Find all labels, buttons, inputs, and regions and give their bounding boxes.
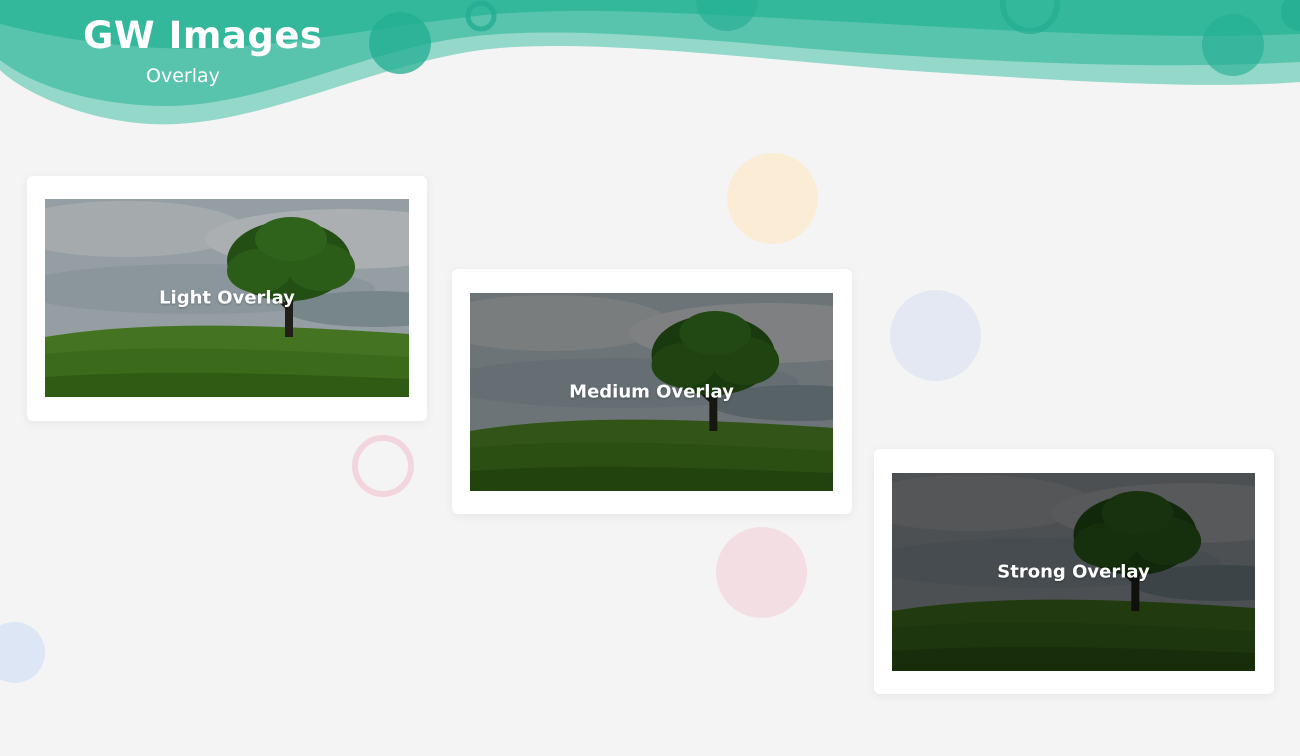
page-subtitle: Overlay [146,65,220,87]
decor-circle-blue [0,622,45,683]
overlay-label: Medium Overlay [569,381,734,403]
overlay-label: Light Overlay [159,287,295,309]
image-card-medium: Medium Overlay [452,269,852,514]
image-card-light: Light Overlay [27,176,427,421]
image-frame[interactable]: Medium Overlay [470,293,833,491]
image-card-strong: Strong Overlay [874,449,1274,694]
decor-ring-pink [352,435,414,497]
image-frame[interactable]: Strong Overlay [892,473,1255,671]
overlay-label: Strong Overlay [997,561,1150,583]
image-frame[interactable]: Light Overlay [45,199,409,397]
decor-circle-lavender [890,290,981,381]
page-title: GW Images [83,14,323,57]
decor-circle-peach [727,153,818,244]
decor-circle-pink [716,527,807,618]
page: GW Images Overlay Light Overlay Medium O… [0,0,1300,756]
